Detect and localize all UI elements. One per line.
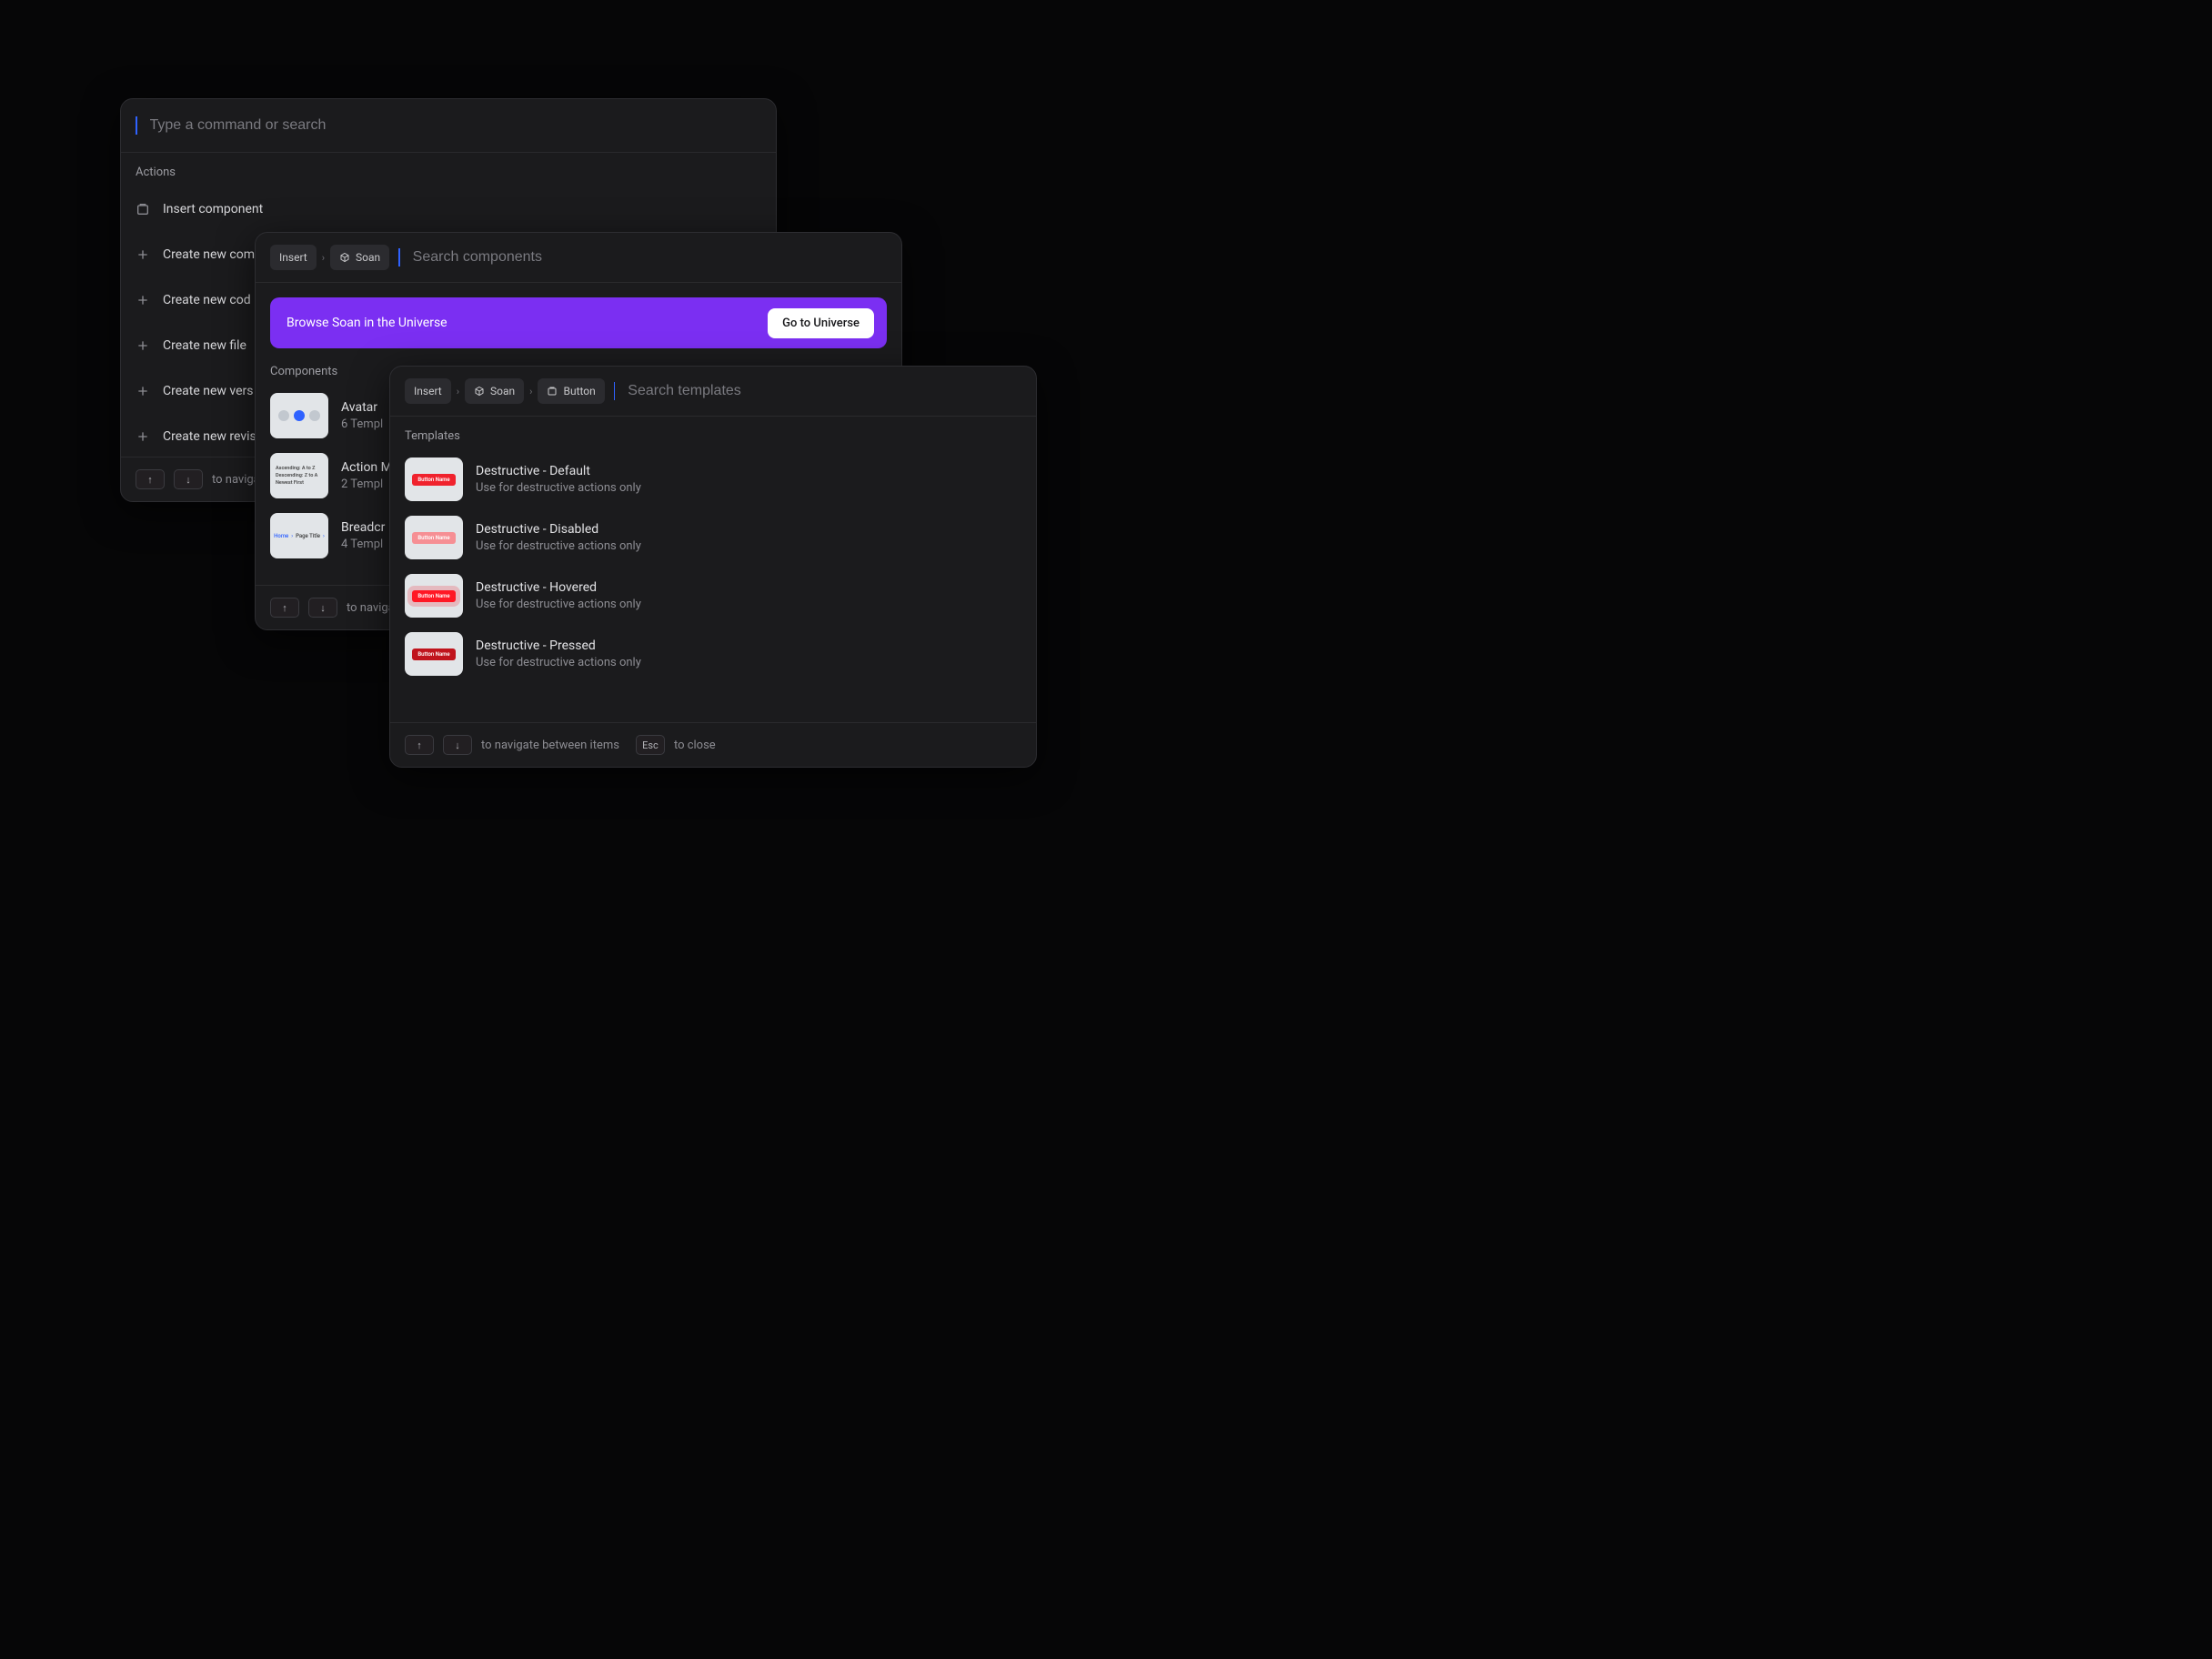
- templates-panel: Insert › Soan › Button Templates Button …: [389, 366, 1037, 768]
- key-up: ↑: [405, 735, 434, 755]
- key-esc: Esc: [636, 735, 665, 755]
- thumb-button: Button Name: [405, 516, 463, 559]
- search-row: Insert › Soan › Button: [390, 367, 1036, 417]
- template-destructive-hovered[interactable]: Button Name Destructive - Hovered Use fo…: [390, 567, 1036, 625]
- command-search-input[interactable]: [148, 116, 762, 135]
- text-caret: [136, 116, 137, 135]
- component-search-input[interactable]: [411, 248, 887, 266]
- plus-icon: [136, 247, 150, 262]
- template-destructive-default[interactable]: Button Name Destructive - Default Use fo…: [390, 450, 1036, 508]
- package-icon: [474, 386, 485, 397]
- thumb-button: Button Name: [405, 632, 463, 676]
- component-title: Avatar: [341, 400, 383, 415]
- action-label: Create new file: [163, 338, 246, 353]
- button-preview: Button Name: [412, 590, 455, 602]
- section-label: Actions: [121, 153, 776, 186]
- text-caret: [398, 248, 400, 266]
- template-destructive-disabled[interactable]: Button Name Destructive - Disabled Use f…: [390, 508, 1036, 567]
- key-down: ↓: [443, 735, 472, 755]
- template-title: Destructive - Default: [476, 464, 641, 478]
- banner-text: Browse Soan in the Universe: [287, 316, 447, 330]
- thumb-action-menu: Ascending: A to ZDescending: Z to ANewes…: [270, 453, 328, 498]
- component-title: Action M: [341, 460, 392, 475]
- thumb-button: Button Name: [405, 574, 463, 618]
- section-label: Templates: [390, 417, 1036, 450]
- key-down: ↓: [174, 469, 203, 489]
- search-row: [121, 99, 776, 153]
- key-up: ↑: [136, 469, 165, 489]
- template-description: Use for destructive actions only: [476, 598, 641, 611]
- action-label: Create new vers: [163, 384, 253, 398]
- crumb-insert[interactable]: Insert: [270, 245, 317, 270]
- template-title: Destructive - Disabled: [476, 522, 641, 537]
- footer-hint-nav: to navigate between items: [481, 739, 619, 752]
- crumb-soan[interactable]: Soan: [330, 245, 389, 270]
- crumb-soan[interactable]: Soan: [465, 378, 524, 404]
- chevron-right-icon: ›: [529, 386, 532, 397]
- thumb-button: Button Name: [405, 457, 463, 501]
- component-icon: [136, 202, 150, 216]
- panel-footer: ↑ ↓ to navigate between items Esc to clo…: [390, 722, 1036, 767]
- text-caret: [614, 382, 616, 400]
- search-row: Insert › Soan: [256, 233, 901, 283]
- chevron-right-icon: ›: [457, 386, 459, 397]
- button-preview: Button Name: [412, 532, 455, 544]
- template-description: Use for destructive actions only: [476, 656, 641, 669]
- action-label: Create new com: [163, 247, 255, 262]
- templates-list: Button Name Destructive - Default Use fo…: [390, 450, 1036, 722]
- button-preview: Button Name: [412, 649, 455, 660]
- template-destructive-pressed[interactable]: Button Name Destructive - Pressed Use fo…: [390, 625, 1036, 683]
- component-count: 2 Templ: [341, 478, 392, 491]
- component-count: 6 Templ: [341, 417, 383, 431]
- thumb-avatar: [270, 393, 328, 438]
- plus-icon: [136, 384, 150, 398]
- package-icon: [339, 252, 350, 263]
- breadcrumb: Insert › Soan › Button: [405, 378, 605, 404]
- footer-hint-close: to close: [674, 739, 716, 752]
- breadcrumb: Insert › Soan: [270, 245, 389, 270]
- crumb-button[interactable]: Button: [538, 378, 604, 404]
- component-icon: [547, 386, 558, 397]
- template-title: Destructive - Hovered: [476, 580, 641, 595]
- action-insert-component[interactable]: Insert component: [121, 186, 776, 232]
- plus-icon: [136, 338, 150, 353]
- go-to-universe-button[interactable]: Go to Universe: [768, 308, 874, 338]
- crumb-label: Button: [563, 384, 595, 398]
- template-description: Use for destructive actions only: [476, 539, 641, 553]
- plus-icon: [136, 293, 150, 307]
- key-down: ↓: [308, 598, 337, 618]
- component-title: Breadcr: [341, 520, 385, 535]
- button-preview: Button Name: [412, 474, 455, 486]
- crumb-label: Soan: [356, 250, 380, 265]
- crumb-insert[interactable]: Insert: [405, 378, 451, 404]
- chevron-right-icon: ›: [322, 252, 325, 264]
- component-count: 4 Templ: [341, 538, 385, 551]
- template-description: Use for destructive actions only: [476, 481, 641, 495]
- crumb-label: Soan: [490, 384, 515, 398]
- universe-banner: Browse Soan in the Universe Go to Univer…: [270, 297, 887, 348]
- template-search-input[interactable]: [626, 382, 1021, 400]
- thumb-breadcrumb: Home›Page Title›: [270, 513, 328, 558]
- action-label: Create new cod: [163, 293, 251, 307]
- key-up: ↑: [270, 598, 299, 618]
- action-label: Create new revis: [163, 429, 256, 444]
- plus-icon: [136, 429, 150, 444]
- action-label: Insert component: [163, 202, 263, 216]
- template-title: Destructive - Pressed: [476, 638, 641, 653]
